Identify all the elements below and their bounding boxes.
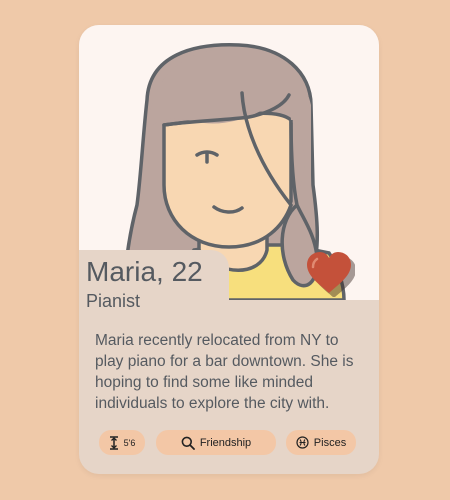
zodiac-label: Pisces (313, 436, 347, 449)
height-tag[interactable]: 5'6 (99, 430, 145, 455)
profile-tags: 5'6 Friendship Pisces (99, 430, 359, 455)
looking-for-label: Friendship (199, 436, 252, 449)
profile-card: Maria, 22 Pianist Maria recently relocat… (79, 25, 379, 474)
like-button[interactable] (305, 251, 356, 298)
looking-for-tag[interactable]: Friendship (156, 430, 276, 455)
height-label: 5'6 (123, 437, 136, 448)
profile-occupation: Pianist (86, 291, 141, 311)
pisces-icon (296, 436, 309, 449)
height-icon (109, 435, 118, 450)
profile-name-age: Maria, 22 (86, 256, 203, 287)
zodiac-tag[interactable]: Pisces (286, 430, 356, 455)
heart-icon (307, 252, 356, 298)
search-icon (181, 436, 195, 450)
profile-bio: Maria recently relocated from NY to play… (95, 332, 354, 412)
